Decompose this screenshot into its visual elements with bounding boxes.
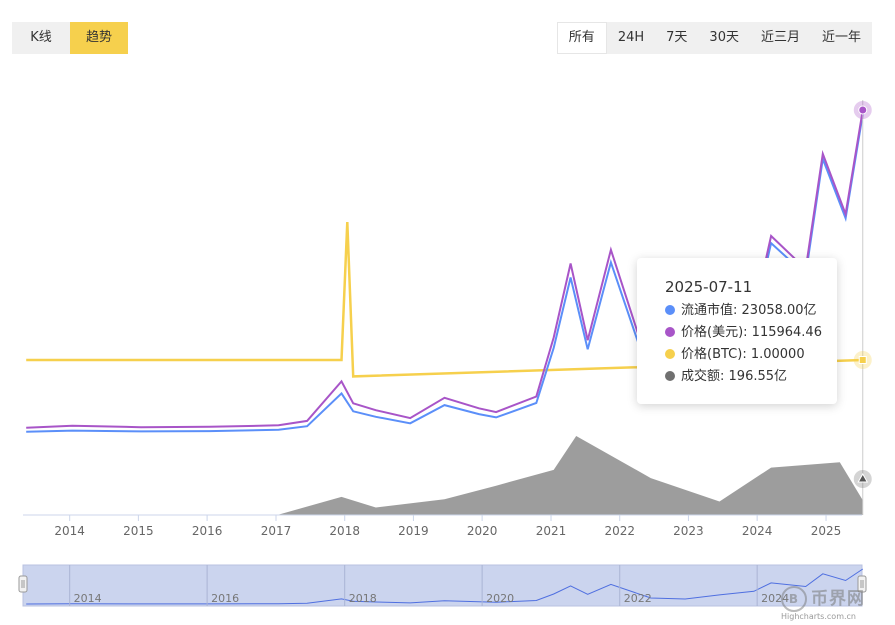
x-tick-label: 2017 [261,524,292,538]
tooltip-value: 115964.46 [751,325,822,340]
x-tick-label: 2023 [673,524,704,538]
price-usd-hover-marker [858,105,868,115]
coin-logo-icon: B [781,586,807,612]
navigator-label: 2016 [211,592,239,605]
x-axis: 2014 2015 2016 2017 2018 2019 2020 2021 2022 2023… [23,514,862,538]
tooltip-date: 2025-07-11 [665,278,753,296]
x-tick-label: 2021 [536,524,567,538]
x-tick-label: 2014 [54,524,85,538]
x-tick-label: 2025 [811,524,842,538]
navigator-label: 2020 [486,592,514,605]
chart-tooltip: 2025-07-11 流通市值: 23058.00亿 价格(美元): 11596… [637,258,837,404]
x-tick-label: 2019 [398,524,429,538]
range-navigator[interactable]: 2014 2016 2018 2020 2022 2024 [18,564,867,607]
watermark-logo: B 币界网 [781,584,865,612]
x-tick-label: 2022 [604,524,635,538]
x-tick-label: 2024 [742,524,773,538]
x-tick-label: 2018 [329,524,360,538]
price-btc-hover-marker [858,356,867,364]
x-tick-label: 2020 [467,524,498,538]
navigator-mask [22,564,863,607]
price-usd-dot-icon [665,327,675,337]
volume-dot-icon [665,371,675,381]
tooltip-value: 23058.00亿 [741,303,817,318]
tooltip-row-volume: 成交额: 196.55亿 [665,368,787,386]
navigator-label: 2014 [74,592,102,605]
tooltip-label: 价格(美元) [681,325,744,340]
tooltip-row-price-btc: 价格(BTC): 1.00000 [665,346,805,364]
tooltip-row-price-usd: 价格(美元): 115964.46 [665,324,822,342]
tooltip-label: 成交额 [681,369,721,384]
tooltip-row-market-cap: 流通市值: 23058.00亿 [665,302,817,320]
watermark-logo-text: 币界网 [811,589,865,609]
price-btc-dot-icon [665,349,675,359]
x-tick-label: 2015 [123,524,154,538]
tooltip-value: 196.55亿 [728,369,788,384]
watermark-credit: Highcharts.com.cn [781,612,856,621]
volume-area [26,436,863,515]
tooltip-value: 1.00000 [750,347,805,362]
navigator-label: 2018 [349,592,377,605]
navigator-left-handle [18,575,28,593]
navigator-label: 2022 [624,592,652,605]
tooltip-label: 价格(BTC) [681,347,743,362]
market-cap-dot-icon [665,305,675,315]
watermark: B 币界网 Highcharts.com.cn [775,582,885,622]
x-tick-label: 2016 [192,524,223,538]
tooltip-label: 流通市值 [681,303,734,318]
